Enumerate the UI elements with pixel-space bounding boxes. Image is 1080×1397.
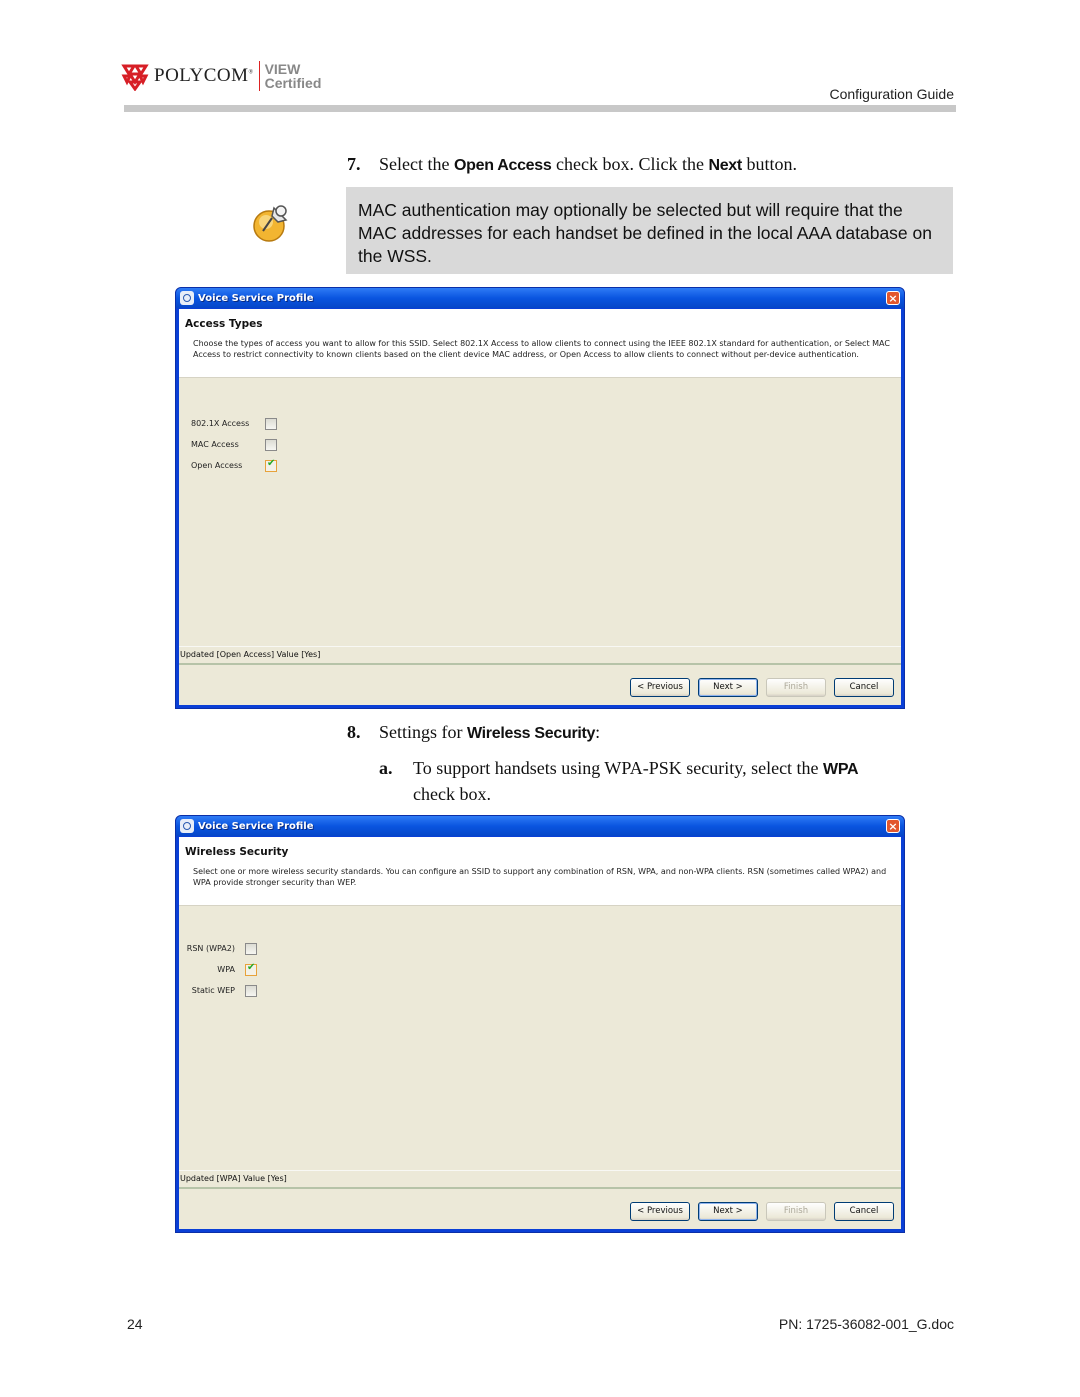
title-bar[interactable]: Voice Service Profile × xyxy=(176,816,904,836)
header-divider xyxy=(124,105,956,112)
voice-service-profile-dialog-access-types: Voice Service Profile × Access Types Cho… xyxy=(175,287,905,709)
previous-button[interactable]: < Previous xyxy=(630,678,690,697)
brand-name: POLYCOM® xyxy=(154,65,254,86)
pushpin-note-icon xyxy=(253,205,288,242)
checkbox-rsn-wpa2[interactable] xyxy=(245,942,257,955)
part-number: PN: 1725-36082-001_G.doc xyxy=(778,1316,954,1332)
panel-title: Wireless Security xyxy=(185,846,289,858)
header-panel: Wireless Security Select one or more wir… xyxy=(179,837,901,906)
next-button[interactable]: Next > xyxy=(698,1202,758,1221)
dialog-body: Access Types Choose the types of access … xyxy=(179,309,901,705)
step-8a: a. To support handsets using WPA-PSK secu… xyxy=(379,758,859,804)
logo-divider xyxy=(258,61,260,91)
option-label: 802.1X Access xyxy=(191,419,250,428)
finish-button[interactable]: Finish xyxy=(766,1202,826,1221)
panel-title: Access Types xyxy=(185,318,263,330)
guide-title: Configuration Guide xyxy=(829,86,954,102)
header-panel: Access Types Choose the types of access … xyxy=(179,309,901,378)
step-8: 8. Settings for Wireless Security: xyxy=(347,722,601,742)
checkbox-static-wep[interactable] xyxy=(245,984,257,997)
window-title: Voice Service Profile xyxy=(198,820,314,832)
app-icon xyxy=(180,291,194,305)
keyword-wireless-security: Wireless Security xyxy=(467,725,596,742)
option-static-wep[interactable]: Static WEP xyxy=(183,980,257,1001)
close-button[interactable]: × xyxy=(886,819,900,833)
previous-button[interactable]: < Previous xyxy=(630,1202,690,1221)
title-bar[interactable]: Voice Service Profile × xyxy=(176,288,904,308)
wizard-buttons: < Previous Next > Finish Cancel xyxy=(630,1202,894,1221)
dialog-body: Wireless Security Select one or more wir… xyxy=(179,837,901,1229)
security-options: RSN (WPA2) WPA Static WEP xyxy=(183,938,257,1001)
badge-view: VIEW xyxy=(264,61,301,77)
checkbox-open-access[interactable] xyxy=(265,458,277,472)
access-type-options: 802.1X Access MAC Access Open Access xyxy=(191,413,277,476)
keyword-open-access: Open Access xyxy=(453,157,552,174)
option-label: RSN (WPA2) xyxy=(186,944,235,953)
app-icon xyxy=(180,819,194,833)
wizard-buttons: < Previous Next > Finish Cancel xyxy=(630,678,894,697)
keyword-next: Next xyxy=(708,157,742,174)
option-label: WPA xyxy=(217,965,235,974)
polycom-logo-icon xyxy=(121,64,149,91)
badge-certified: Certified xyxy=(264,75,322,91)
option-mac-access[interactable]: MAC Access xyxy=(191,434,277,455)
option-label: MAC Access xyxy=(191,440,239,449)
cancel-button[interactable]: Cancel xyxy=(834,1202,894,1221)
option-label: Static WEP xyxy=(191,986,235,995)
panel-description: Select one or more wireless security sta… xyxy=(193,867,887,887)
option-8021x-access[interactable]: 802.1X Access xyxy=(191,413,277,434)
window-title: Voice Service Profile xyxy=(198,292,314,304)
checkbox-8021x-access[interactable] xyxy=(265,417,277,430)
finish-button[interactable]: Finish xyxy=(766,678,826,697)
view-certified-badge: VIEW Certified xyxy=(265,62,322,90)
polycom-logo: POLYCOM® VIEW Certified xyxy=(120,58,321,94)
close-button[interactable]: × xyxy=(886,291,900,305)
keyword-wpa: WPA xyxy=(823,761,859,778)
cancel-button[interactable]: Cancel xyxy=(834,678,894,697)
voice-service-profile-dialog-wireless-security: Voice Service Profile × Wireless Securit… xyxy=(175,815,905,1233)
option-open-access[interactable]: Open Access xyxy=(191,455,277,476)
checkbox-mac-access[interactable] xyxy=(265,438,277,451)
note-box: MAC authentication may optionally be sel… xyxy=(346,187,953,274)
panel-description: Choose the types of access you want to a… xyxy=(193,339,890,359)
option-label: Open Access xyxy=(191,461,243,470)
status-bar: Updated [WPA] Value [Yes] xyxy=(179,1170,901,1189)
option-wpa[interactable]: WPA xyxy=(183,959,257,980)
status-bar: Updated [Open Access] Value [Yes] xyxy=(179,646,901,665)
next-button[interactable]: Next > xyxy=(698,678,758,697)
step-7: 7. Select the Open Access check box. Clic… xyxy=(347,154,797,174)
page-number: 24 xyxy=(127,1316,143,1332)
option-rsn-wpa2[interactable]: RSN (WPA2) xyxy=(183,938,257,959)
checkbox-wpa[interactable] xyxy=(245,962,257,976)
